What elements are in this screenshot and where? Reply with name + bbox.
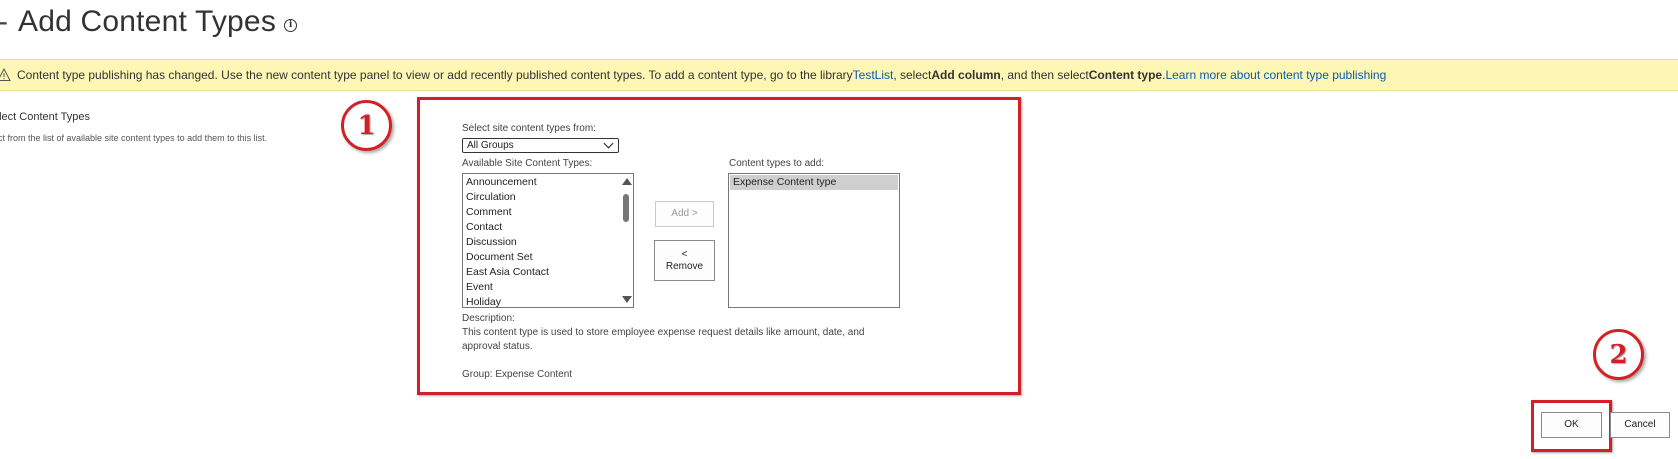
available-items: Announcement Circulation Comment Contact Dis… [463, 174, 633, 307]
section-description: ect from the list of available site cont… [0, 133, 268, 143]
list-item[interactable]: East Asia Contact [466, 265, 633, 280]
step-badge-2-number: 2 [1609, 339, 1628, 370]
add-items: Expense Content type [729, 175, 899, 190]
notice-bar: Content type publishing has changed. Use… [0, 59, 1678, 91]
content-types-to-add-label: Content types to add: [729, 158, 825, 169]
group-text: Group: Expense Content [462, 369, 573, 380]
notice-bold-add-column: Add column [931, 68, 1001, 82]
available-content-types-list[interactable]: Announcement Circulation Comment Contact Dis… [462, 173, 634, 308]
ok-button[interactable]: OK [1541, 412, 1602, 438]
notice-text-mid1: , select [893, 68, 932, 82]
ok-button-label: OK [1564, 419, 1579, 430]
scrollbar[interactable] [619, 174, 633, 307]
notice-bold-content-type: Content type [1088, 68, 1163, 82]
title-row: - Add Content Types i [0, 0, 298, 44]
available-label: Available Site Content Types: [462, 158, 593, 169]
notice-text-mid2: , and then select [1000, 68, 1089, 82]
cancel-button-label: Cancel [1624, 419, 1656, 430]
list-item[interactable]: Event [466, 280, 633, 295]
description-text-line2: approval status. [462, 341, 533, 352]
cancel-button[interactable]: Cancel [1610, 412, 1670, 438]
learn-more-link[interactable]: Learn more about content type publishing [1165, 68, 1386, 82]
list-item[interactable]: Document Set [466, 250, 633, 265]
list-item[interactable]: Discussion [466, 235, 633, 250]
add-button-label: Add > [671, 208, 698, 219]
warning-icon [0, 68, 11, 81]
remove-button-label: Remove [665, 260, 704, 272]
info-icon[interactable]: i [284, 18, 298, 32]
scroll-thumb[interactable] [623, 194, 629, 222]
page-title: Add Content Types [18, 5, 277, 38]
list-item[interactable]: Comment [466, 205, 633, 220]
description-label: Description: [462, 313, 515, 324]
list-item[interactable]: Holiday [466, 295, 633, 307]
select-from-label: Select site content types from: [462, 123, 596, 134]
group-select[interactable]: All Groups [462, 138, 619, 153]
scroll-down-icon[interactable] [622, 296, 632, 303]
remove-button-arrow: < [681, 248, 688, 260]
page: - Add Content Types i Content type publi… [0, 0, 1678, 459]
step-badge-1: 1 [341, 100, 392, 151]
group-select-value: All Groups [467, 140, 514, 151]
remove-button[interactable]: < Remove [654, 240, 715, 281]
library-link[interactable]: TestList [853, 68, 894, 82]
scroll-up-icon[interactable] [622, 178, 632, 185]
list-item[interactable]: Announcement [466, 175, 633, 190]
notice-text-before: Content type publishing has changed. Use… [17, 68, 853, 82]
section-title: elect Content Types [0, 111, 91, 123]
title-prefix: - [0, 5, 8, 39]
chevron-down-icon [603, 138, 614, 149]
description-text-line1: This content type is used to store emplo… [462, 327, 865, 338]
step-badge-2: 2 [1593, 329, 1644, 380]
list-item[interactable]: Contact [466, 220, 633, 235]
list-item[interactable]: Circulation [466, 190, 633, 205]
add-button[interactable]: Add > [655, 201, 714, 227]
list-item-selected[interactable]: Expense Content type [730, 175, 898, 190]
content-types-to-add-list[interactable]: Expense Content type [728, 173, 900, 308]
step-badge-1-number: 1 [357, 110, 376, 141]
section-info: elect Content Types ect from the list of… [0, 111, 293, 143]
